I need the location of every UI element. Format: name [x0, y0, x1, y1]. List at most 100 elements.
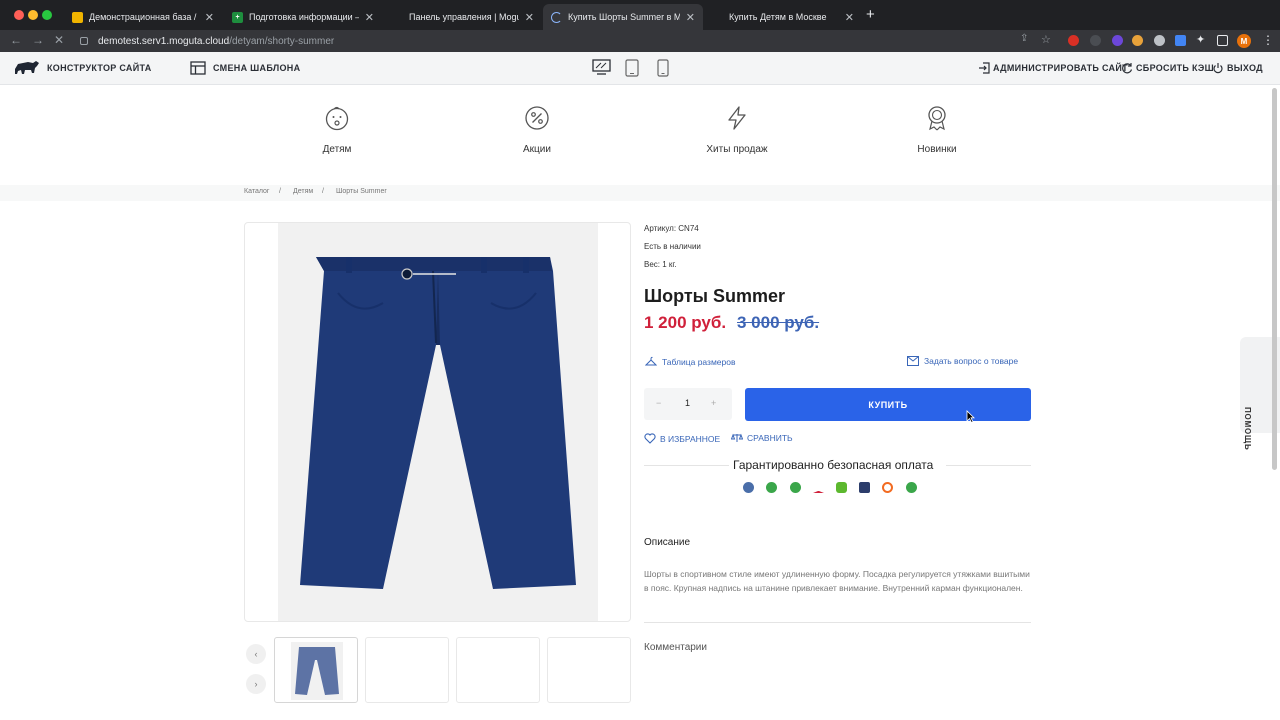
- category-label: Хиты продаж: [706, 144, 768, 155]
- compare-button[interactable]: Сравнить: [731, 433, 793, 443]
- scrollbar-thumb[interactable]: [1272, 88, 1277, 470]
- stop-loading-icon[interactable]: ✕: [54, 33, 64, 47]
- profile-avatar[interactable]: M: [1237, 34, 1251, 48]
- tab-favicon-icon: [712, 12, 723, 23]
- ask-question-link[interactable]: Задать вопрос о товаре: [907, 356, 1018, 366]
- category-kids[interactable]: Детям: [277, 105, 397, 155]
- gallery-next-button[interactable]: ›: [246, 674, 266, 694]
- divider: [946, 465, 1031, 466]
- breadcrumb-kids[interactable]: Детям: [293, 188, 313, 195]
- gallery-thumbnail-3[interactable]: [456, 637, 540, 703]
- product-old-price: 3 000 руб.: [737, 313, 820, 332]
- browser-tab-product[interactable]: Купить Шорты Summer в Мос ✕: [543, 4, 703, 30]
- mobile-view-icon[interactable]: [657, 59, 669, 77]
- back-icon[interactable]: ←: [10, 33, 22, 47]
- moguta-bull-logo-icon[interactable]: [14, 59, 40, 77]
- product-weight: Вес: 1 кг.: [644, 260, 677, 269]
- payment-sber-icon: [906, 482, 917, 493]
- gallery-thumbnail-1[interactable]: [274, 637, 358, 703]
- change-template-button[interactable]: Смена шаблона: [213, 63, 300, 73]
- payment-sber-icon: [790, 482, 801, 493]
- browser-tab-kids[interactable]: Купить Детям в Москве ✕: [704, 4, 862, 30]
- window-zoom-button[interactable]: [42, 10, 52, 20]
- extension-badge-icon[interactable]: [1112, 35, 1123, 46]
- browser-tab-bar: Демонстрационная база / Уп ✕ + Подготовк…: [0, 0, 1280, 30]
- gallery-thumbnail-2[interactable]: [365, 637, 449, 703]
- heart-icon: [644, 433, 656, 444]
- forward-icon[interactable]: →: [32, 33, 44, 47]
- browser-tab-admin-panel[interactable]: Панель управления | Moguta ✕: [384, 4, 542, 30]
- product-description: Шорты в спортивном стиле имеют удлиненну…: [644, 569, 1030, 593]
- shorts-thumbnail-image: [291, 642, 343, 700]
- admin-site-button[interactable]: Администрировать сайт: [993, 63, 1128, 73]
- tablet-view-icon[interactable]: [625, 59, 639, 77]
- loading-spinner-icon: [551, 11, 562, 23]
- share-icon[interactable]: ⇪: [1020, 33, 1028, 44]
- lightning-icon: [728, 106, 746, 130]
- favorites-label: В избранное: [660, 433, 721, 444]
- tab-close-icon[interactable]: ✕: [365, 11, 374, 24]
- category-new[interactable]: Новинки: [877, 105, 997, 155]
- gallery-prev-button[interactable]: ‹: [246, 644, 266, 664]
- desktop-view-icon[interactable]: [592, 59, 611, 76]
- window-minimize-button[interactable]: [28, 10, 38, 20]
- size-table-link[interactable]: Таблица размеров: [645, 356, 736, 367]
- payment-world-icon: [743, 482, 754, 493]
- extension-icon[interactable]: [1132, 35, 1143, 46]
- size-table-label: Таблица размеров: [662, 356, 736, 367]
- quantity-decrease-button[interactable]: −: [656, 398, 661, 408]
- window-close-button[interactable]: [14, 10, 24, 20]
- tab-close-icon[interactable]: ✕: [845, 11, 854, 24]
- breadcrumb-separator: /: [279, 188, 281, 195]
- product-sku: Артикул: CN74: [644, 224, 699, 233]
- browser-tab-google-doc[interactable]: + Подготовка информации – Go ✕: [224, 4, 382, 30]
- hanger-icon: [645, 356, 657, 366]
- percent-badge-icon: [525, 106, 549, 130]
- quantity-value[interactable]: 1: [685, 398, 690, 408]
- browser-address-bar: ← → ✕ demotest.serv1.moguta.cloud/detyam…: [0, 30, 1280, 52]
- template-layout-icon: [190, 61, 206, 75]
- extension-icon[interactable]: [1154, 35, 1165, 46]
- url-field[interactable]: demotest.serv1.moguta.cloud/detyam/short…: [76, 32, 1016, 50]
- page-scrollbar[interactable]: [1272, 88, 1278, 720]
- quantity-increase-button[interactable]: +: [711, 398, 716, 408]
- category-label: Акции: [523, 144, 551, 155]
- product-stock-status: Есть в наличии: [644, 242, 701, 251]
- reset-cache-button[interactable]: Сбросить кэш: [1136, 63, 1214, 73]
- breadcrumb: Каталог / Детям / Шорты Summer: [0, 185, 1280, 201]
- extension-icon[interactable]: [1090, 35, 1101, 46]
- compare-label: Сравнить: [747, 433, 793, 443]
- translate-extension-icon[interactable]: [1175, 35, 1186, 46]
- adblock-extension-icon[interactable]: [1068, 35, 1079, 46]
- tab-close-icon[interactable]: ✕: [686, 11, 695, 24]
- tab-favicon-icon: [72, 11, 83, 23]
- new-tab-button[interactable]: +: [866, 6, 875, 23]
- product-gallery[interactable]: [244, 222, 631, 622]
- extensions-puzzle-icon[interactable]: ✦: [1196, 33, 1205, 46]
- gallery-thumbnail-4[interactable]: [547, 637, 631, 703]
- sidebar-toggle-icon[interactable]: [1217, 35, 1228, 46]
- logout-button[interactable]: Выход: [1227, 63, 1263, 73]
- tab-close-icon[interactable]: ✕: [205, 11, 214, 24]
- tab-close-icon[interactable]: ✕: [525, 11, 534, 24]
- category-sales[interactable]: Акции: [477, 105, 597, 155]
- sheets-favicon-icon: +: [232, 11, 243, 23]
- bookmark-star-icon[interactable]: ☆: [1041, 33, 1051, 46]
- mail-icon: [907, 356, 919, 366]
- breadcrumb-catalog[interactable]: Каталог: [244, 188, 269, 195]
- shorts-image: [300, 257, 576, 589]
- url-host: demotest.serv1.moguta.cloud: [98, 35, 230, 47]
- lock-icon: [80, 37, 88, 45]
- tab-title: Демонстрационная база / Уп: [89, 12, 199, 22]
- buy-button[interactable]: КУПИТЬ: [745, 388, 1031, 421]
- product-photo: [278, 223, 598, 621]
- comments-title: Комментарии: [644, 642, 707, 653]
- category-bestsellers[interactable]: Хиты продаж: [677, 105, 797, 155]
- browser-menu-icon[interactable]: ⋮: [1262, 33, 1274, 47]
- add-to-favorites-button[interactable]: В избранное: [644, 433, 720, 444]
- divider: [644, 622, 1031, 623]
- browser-tab-demo-base[interactable]: Демонстрационная база / Уп ✕: [64, 4, 222, 30]
- site-builder-label[interactable]: Конструктор сайта: [47, 63, 152, 73]
- baby-face-icon: [325, 106, 349, 131]
- site-builder-toolbar: Конструктор сайта Смена шаблона Админист…: [0, 52, 1280, 85]
